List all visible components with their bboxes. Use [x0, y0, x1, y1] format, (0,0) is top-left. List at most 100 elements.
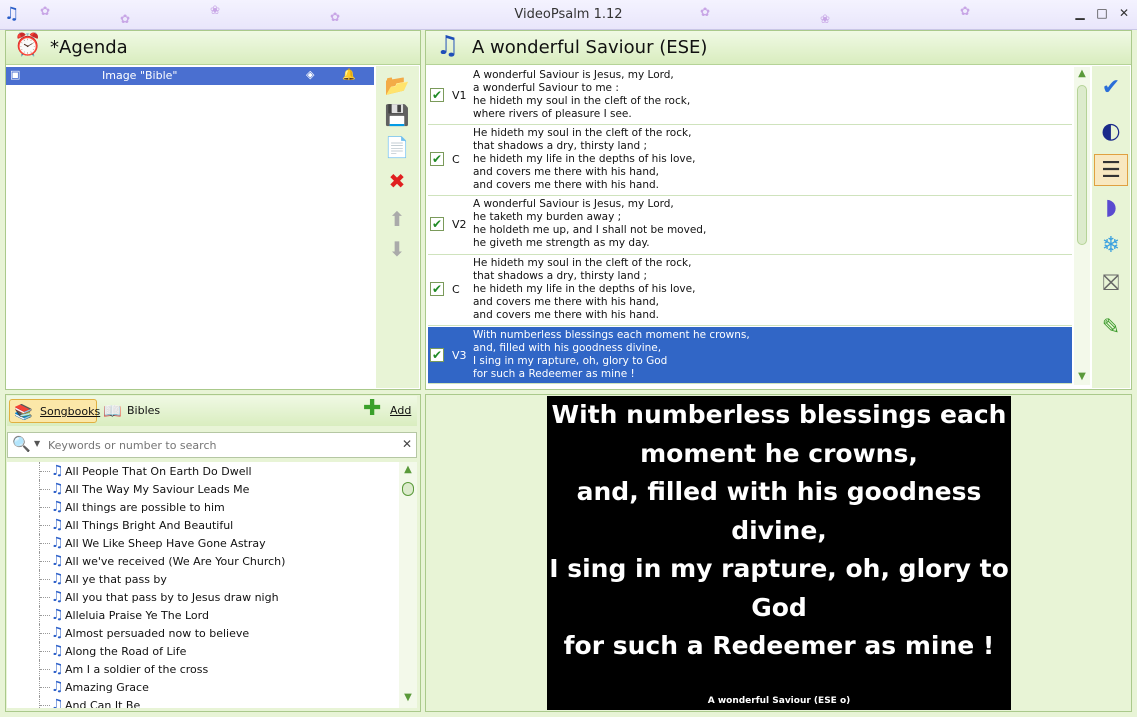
song-list-item[interactable]: ♫ Am I a soldier of the cross — [7, 660, 399, 678]
song-title: All We Like Sheep Have Gone Astray — [65, 537, 266, 550]
checkbox[interactable]: ✔ — [430, 282, 444, 296]
song-title: All you that pass by to Jesus draw nigh — [65, 591, 279, 604]
presentation-icon[interactable]: ⛝ — [1094, 268, 1128, 300]
maximize-button[interactable]: □ — [1093, 5, 1111, 21]
checkmark-icon[interactable]: ✔ — [1094, 72, 1128, 104]
tab-bibles[interactable]: 📖 Bibles — [103, 399, 163, 423]
delete-icon[interactable]: ✖ — [380, 166, 414, 196]
music-note-icon: ♫ — [51, 625, 64, 641]
music-note-icon: ♫ — [51, 517, 64, 533]
tab-songbooks-label: Songbooks — [40, 405, 101, 418]
tree-connector — [39, 696, 51, 708]
tab-songbooks[interactable]: 📚 Songbooks — [9, 399, 101, 423]
music-note-icon: ♫ — [51, 589, 64, 605]
projection-preview: With numberless blessings each moment he… — [547, 396, 1011, 710]
song-list-item[interactable]: ♫ All we've received (We Are Your Church) — [7, 552, 399, 570]
tab-bibles-label: Bibles — [127, 404, 161, 417]
song-list-item[interactable]: ♫ All We Like Sheep Have Gone Astray — [7, 534, 399, 552]
text-format-icon[interactable]: ☰ — [1094, 154, 1128, 186]
song-list-item[interactable]: ♫ And Can It Be — [7, 696, 399, 708]
verse-label: V2 — [452, 218, 467, 231]
song-list-item[interactable]: ♫ Along the Road of Life — [7, 642, 399, 660]
verses-scrollbar[interactable]: ▲ ▼ — [1074, 67, 1090, 385]
copy-icon[interactable]: 📄 — [380, 132, 414, 162]
song-list-item[interactable]: ♫ All People That On Earth Do Dwell — [7, 462, 399, 480]
clock-icon: ⏰ — [14, 33, 42, 58]
image-icon: ▣ — [10, 68, 21, 81]
tree-connector — [39, 498, 51, 516]
pencil-icon[interactable]: ✎ — [1094, 312, 1128, 344]
title-bar: ✿ ✿ ❀ ✿ ✿ ❀ ✿ ♫ VideoPsalm 1.12 ▁ □ ✕ — [0, 0, 1137, 30]
agenda-toolbar: 📂 💾 📄 ✖ ⬆ ⬇ — [376, 66, 419, 388]
verse-label: V3 — [452, 349, 467, 362]
song-title: Almost persuaded now to believe — [65, 627, 250, 640]
close-button[interactable]: ✕ — [1115, 5, 1133, 21]
library-tabbar: 📚 Songbooks 📖 Bibles ✚ Add — [7, 396, 417, 426]
song-list-item[interactable]: ♫ All The Way My Saviour Leads Me — [7, 480, 399, 498]
music-note-icon: ♫ — [51, 535, 64, 551]
song-title: And Can It Be — [65, 699, 141, 708]
verse-text: A wonderful Saviour is Jesus, my Lord, a… — [473, 69, 691, 120]
scroll-thumb[interactable] — [402, 482, 414, 496]
search-input[interactable] — [48, 436, 388, 454]
plus-icon: ✚ — [363, 396, 382, 421]
moon-icon[interactable]: ◐ — [1094, 116, 1128, 148]
music-note-icon: ♫ — [51, 463, 64, 479]
agenda-item-label: Image "Bible" — [102, 69, 178, 82]
checkbox[interactable]: ✔ — [430, 217, 444, 231]
checkbox[interactable]: ✔ — [430, 152, 444, 166]
add-button[interactable]: ✚ Add — [363, 396, 415, 423]
scroll-down-icon[interactable]: ▼ — [402, 692, 414, 704]
shield-icon[interactable]: ◗ — [1094, 192, 1128, 224]
tree-connector — [39, 462, 51, 480]
music-note-icon: ♫ — [436, 31, 460, 61]
verse-label: C — [452, 283, 460, 296]
song-list-item[interactable]: ♫ All you that pass by to Jesus draw nigh — [7, 588, 399, 606]
verse-row[interactable]: ✔ V2 A wonderful Saviour is Jesus, my Lo… — [428, 196, 1072, 255]
song-title: All we've received (We Are Your Church) — [65, 555, 286, 568]
music-note-icon: ♫ — [51, 571, 64, 587]
preview-lyrics: With numberless blessings each moment he… — [549, 400, 1009, 660]
chevron-down-icon[interactable]: ▼ — [34, 439, 40, 448]
song-title: All ye that pass by — [65, 573, 167, 586]
song-list-item[interactable]: ♫ All Things Bright And Beautiful — [7, 516, 399, 534]
open-folder-icon[interactable]: 📂 — [380, 70, 414, 100]
song-list-item[interactable]: ♫ All ye that pass by — [7, 570, 399, 588]
scroll-up-icon[interactable]: ▲ — [402, 464, 414, 476]
music-note-icon: ♫ — [51, 499, 64, 515]
tree-connector — [39, 678, 51, 696]
scroll-thumb[interactable] — [1077, 85, 1087, 245]
clear-search-icon[interactable]: ✕ — [402, 437, 412, 451]
music-note-icon: ♫ — [51, 607, 64, 623]
checkbox[interactable]: ✔ — [430, 348, 444, 362]
scroll-down-icon[interactable]: ▼ — [1076, 371, 1088, 383]
search-icon[interactable]: 🔍 — [12, 435, 31, 453]
song-list-item[interactable]: ♫ Amazing Grace — [7, 678, 399, 696]
tree-connector — [39, 624, 51, 642]
song-title: A wonderful Saviour (ESE) — [472, 37, 708, 58]
song-list-item[interactable]: ♫ Almost persuaded now to believe — [7, 624, 399, 642]
song-list-scrollbar[interactable]: ▲ ▼ — [399, 462, 417, 708]
song-title: All things are possible to him — [65, 501, 225, 514]
move-up-icon[interactable]: ⬆ — [380, 204, 414, 234]
agenda-title: *Agenda — [50, 37, 128, 58]
save-icon[interactable]: 💾 — [380, 100, 414, 130]
song-list: ♫ All People That On Earth Do Dwell ♫ All T… — [7, 462, 399, 708]
verse-row-selected[interactable]: ✔ V3 With numberless blessings each mome… — [428, 327, 1072, 384]
song-list-item[interactable]: ♫ All things are possible to him — [7, 498, 399, 516]
minimize-button[interactable]: ▁ — [1071, 5, 1089, 21]
tree-connector — [39, 588, 51, 606]
move-down-icon[interactable]: ⬇ — [380, 234, 414, 264]
song-title: Am I a soldier of the cross — [65, 663, 209, 676]
snowflake-icon[interactable]: ❄ — [1094, 230, 1128, 262]
verse-text: With numberless blessings each moment he… — [473, 329, 750, 380]
verse-row[interactable]: ✔ V1 A wonderful Saviour is Jesus, my Lo… — [428, 67, 1072, 125]
song-list-item[interactable]: ♫ Alleluia Praise Ye The Lord — [7, 606, 399, 624]
song-title: All Things Bright And Beautiful — [65, 519, 234, 532]
song-title: All The Way My Saviour Leads Me — [65, 483, 250, 496]
checkbox[interactable]: ✔ — [430, 88, 444, 102]
verse-row[interactable]: ✔ C He hideth my soul in the cleft of th… — [428, 125, 1072, 196]
scroll-up-icon[interactable]: ▲ — [1076, 68, 1088, 80]
verse-row[interactable]: ✔ C He hideth my soul in the cleft of th… — [428, 255, 1072, 326]
agenda-item[interactable]: ▣ Image "Bible" ◈ 🔔 — [6, 67, 374, 85]
